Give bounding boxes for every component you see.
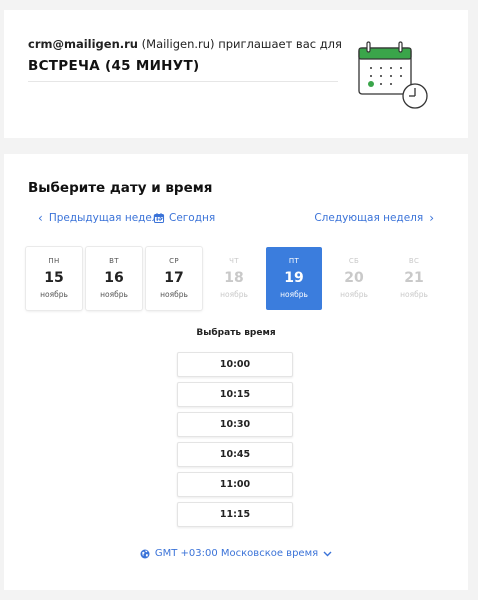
globe-icon [140, 549, 150, 558]
day-month: ноябрь [340, 290, 368, 299]
time-slot[interactable]: 11:15 [177, 502, 293, 527]
timezone-selector[interactable]: GMT +03:00 Московское время [4, 548, 468, 559]
invite-text: приглашает вас для [218, 37, 342, 51]
day-tue[interactable]: вт 16 ноябрь [86, 247, 142, 310]
day-name: ср [169, 257, 179, 265]
day-month: ноябрь [160, 290, 188, 299]
day-name: сб [348, 257, 360, 265]
day-mon[interactable]: пн 15 ноябрь [26, 247, 82, 310]
day-date: 15 [44, 270, 64, 286]
day-date: 17 [164, 270, 184, 286]
day-name: вс [408, 257, 420, 265]
day-name: пн [48, 257, 60, 265]
day-date: 18 [224, 270, 244, 286]
header-divider [28, 81, 338, 82]
day-fri[interactable]: пт 19 ноябрь [266, 247, 322, 310]
organizer-name: (Mailigen.ru) [141, 37, 215, 51]
day-date: 16 [104, 270, 124, 286]
time-slot[interactable]: 10:30 [177, 412, 293, 437]
time-slot[interactable]: 10:15 [177, 382, 293, 407]
time-slot[interactable]: 11:00 [177, 472, 293, 497]
day-date: 19 [284, 270, 304, 286]
organizer-email: crm@mailigen.ru [28, 37, 138, 51]
chevron-left-icon: ‹ [38, 211, 43, 225]
day-name: вт [109, 257, 119, 265]
day-month: ноябрь [400, 290, 428, 299]
day-name: пт [288, 257, 300, 265]
day-month: ноябрь [280, 290, 308, 299]
event-title: ВСТРЕЧА (45 МИНУТ) [28, 58, 200, 74]
next-week-label: Следующая неделя [314, 212, 424, 224]
invitation-card: crm@mailigen.ru (Mailigen.ru) приглашает… [4, 10, 468, 138]
day-name: чт [229, 257, 239, 265]
day-month: ноябрь [40, 290, 68, 299]
prev-week-link[interactable]: ‹ Предыдущая неделя [32, 212, 165, 224]
week-days: пн 15 ноябрь вт 16 ноябрь ср 17 ноябрь ч… [26, 247, 442, 310]
day-month: ноябрь [100, 290, 128, 299]
day-date: 21 [404, 270, 424, 286]
day-month: ноябрь [220, 290, 248, 299]
calendar-icon [154, 213, 164, 223]
next-week-link[interactable]: Следующая неделя › [314, 212, 440, 224]
time-slot[interactable]: 10:45 [177, 442, 293, 467]
timezone-label: GMT +03:00 Московское время [154, 548, 319, 559]
day-date: 20 [344, 270, 364, 286]
day-wed[interactable]: ср 17 ноябрь [146, 247, 202, 310]
calendar-clock-icon [358, 41, 428, 109]
chevron-right-icon: › [429, 211, 434, 225]
time-slots: 10:00 10:15 10:30 10:45 11:00 11:15 [177, 352, 293, 532]
prev-week-label: Предыдущая неделя [48, 212, 165, 224]
day-thu: чт 18 ноябрь [206, 247, 262, 310]
today-link[interactable]: Сегодня [154, 212, 215, 224]
today-label: Сегодня [169, 212, 216, 224]
scheduler-card: Выберите дату и время ‹ Предыдущая недел… [4, 154, 468, 590]
day-sun: вс 21 ноябрь [386, 247, 442, 310]
section-title: Выберите дату и время [28, 180, 213, 196]
time-title: Выбрать время [196, 328, 276, 338]
time-slot[interactable]: 10:00 [177, 352, 293, 377]
invite-line: crm@mailigen.ru (Mailigen.ru) приглашает… [28, 37, 342, 51]
day-sat: сб 20 ноябрь [326, 247, 382, 310]
chevron-down-icon [323, 551, 332, 556]
